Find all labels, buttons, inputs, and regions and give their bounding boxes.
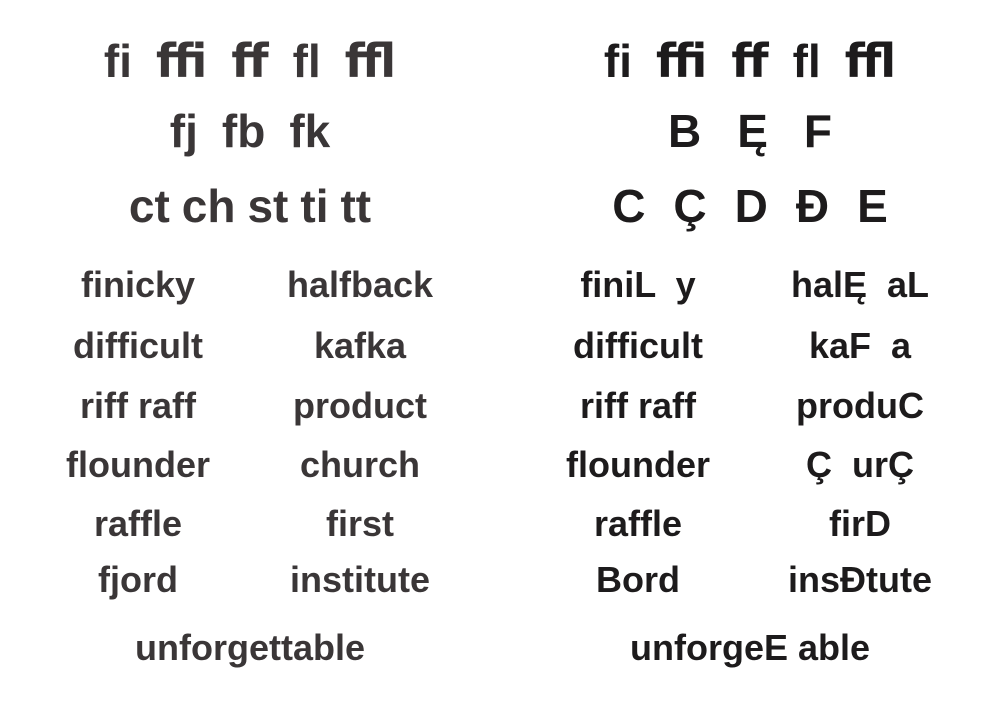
ligature-glyph: ﬀ: [231, 35, 269, 87]
fallback-glyphs-panel: ﬁﬃﬀﬂﬄ BĘF CÇDĐE finiL y halĘ aL difficul…: [500, 0, 1000, 707]
ligature-glyph: ﬃ: [656, 35, 708, 87]
sample-word: riff raff: [80, 385, 196, 426]
ligature-glyph: fb: [221, 105, 266, 157]
ligature-glyph: st: [247, 180, 289, 232]
ligature-glyph: ﬃ: [156, 35, 208, 87]
sample-word: difficult: [573, 325, 703, 366]
ligature-glyph: fj: [169, 105, 198, 157]
discretionary-ligatures-row: ct ch st ti tt: [0, 183, 500, 229]
final-sample-word: unforgettable: [135, 627, 365, 668]
ligature-glyph: tt: [340, 180, 372, 232]
rendered-ligatures-panel: ﬁﬃﬀﬂﬄ fj fb fk ct ch st ti tt finicky halfback…: [0, 0, 500, 707]
sample-word: Bord: [596, 559, 680, 600]
fallback-glyph: Ç: [673, 180, 707, 232]
sample-word: institute: [290, 559, 430, 600]
sample-word: kaF a: [808, 325, 912, 366]
ligature-glyph: ch: [181, 180, 236, 232]
ligature-glyph: ﬂ: [292, 35, 321, 87]
fallback-glyph: E: [857, 180, 888, 232]
final-sample-word: unforgeE able: [629, 627, 871, 668]
sample-word: difficult: [73, 325, 203, 366]
fallback-letters-row: BĘF: [500, 108, 1000, 154]
fallback-letters-row: CÇDĐE: [500, 183, 1000, 229]
extended-f-ligatures-row: fj fb fk: [0, 108, 500, 154]
ligature-glyph: ﬄ: [344, 35, 397, 87]
sample-word: first: [325, 503, 394, 544]
ligature-glyph: ﬁ: [103, 35, 133, 87]
ligature-glyph: fk: [289, 105, 331, 157]
sample-word: halĘ aL: [790, 264, 930, 305]
sample-word: halfback: [286, 264, 434, 305]
ligature-glyph: ﬄ: [844, 35, 897, 87]
ligature-glyph: ﬂ: [792, 35, 821, 87]
fallback-glyph: B: [667, 105, 702, 157]
sample-word: raffle: [93, 503, 183, 544]
sample-word: produC: [796, 385, 924, 426]
sample-word: Ç urÇ: [806, 444, 914, 485]
fallback-glyph: Đ: [795, 180, 830, 232]
sample-word: church: [299, 444, 421, 485]
ligature-glyph: ﬀ: [731, 35, 769, 87]
sample-word: finiL y: [580, 264, 696, 305]
ligature-glyph: ct: [128, 180, 170, 232]
fallback-glyph: C: [612, 180, 646, 232]
fallback-glyph: Ę: [737, 105, 768, 157]
sample-word: flounder: [566, 444, 710, 485]
standard-ligatures-row: ﬁﬃﬀﬂﬄ: [0, 38, 500, 84]
sample-word: fjord: [98, 559, 178, 600]
sample-word: insĐtute: [788, 559, 932, 600]
fallback-glyph: D: [734, 180, 768, 232]
standard-ligatures-row: ﬁﬃﬀﬂﬄ: [500, 38, 1000, 84]
sample-word: firD: [829, 503, 891, 544]
sample-word: flounder: [66, 444, 210, 485]
sample-word: finicky: [80, 264, 196, 305]
sample-word: product: [293, 385, 427, 426]
sample-word: raffle: [593, 503, 683, 544]
sample-word: riff raff: [580, 385, 696, 426]
fallback-glyph: F: [803, 105, 833, 157]
sample-word: kafka: [313, 325, 407, 366]
ligature-glyph: ﬁ: [603, 35, 633, 87]
ligature-glyph: ti: [300, 180, 329, 232]
